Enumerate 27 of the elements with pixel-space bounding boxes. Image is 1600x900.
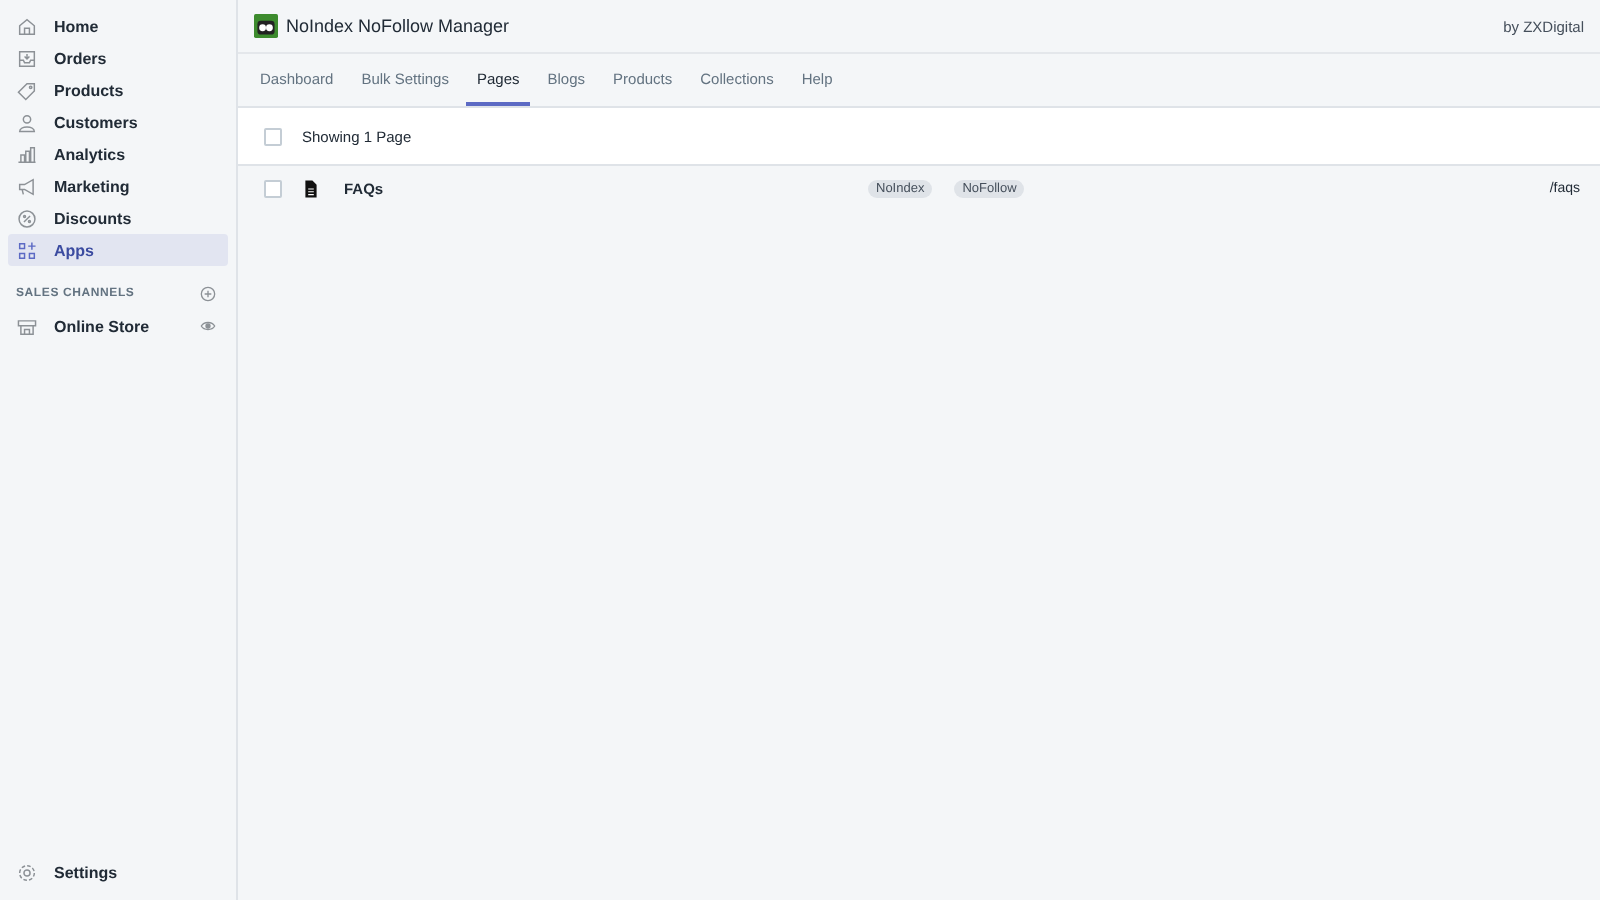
add-icon[interactable]: [200, 286, 216, 302]
document-icon: [304, 179, 318, 197]
logo-icon: [254, 14, 278, 38]
inbox-icon: [16, 47, 38, 69]
eye-icon[interactable]: [200, 318, 216, 334]
house-icon: [16, 15, 38, 37]
nav-item[interactable]: Marketing: [8, 170, 228, 202]
person-icon: [16, 111, 38, 133]
settings-icon: [16, 861, 38, 883]
store-icon: [16, 315, 38, 337]
checkbox[interactable]: [264, 179, 282, 197]
nav-item[interactable]: Home: [8, 10, 228, 42]
nav-item[interactable]: Online Store: [8, 310, 228, 342]
nav-item[interactable]: Settings: [8, 856, 228, 888]
nav-item[interactable]: Customers: [8, 106, 228, 138]
nav-item[interactable]: Orders: [8, 42, 228, 74]
apps-icon: [16, 239, 38, 261]
discount-icon: [16, 207, 38, 229]
megaphone-icon: [16, 175, 38, 197]
app-title: NoIndex NoFollow Manager: [286, 16, 510, 36]
nav-item[interactable]: Products: [8, 74, 228, 106]
tag-icon: [16, 79, 38, 101]
bar-chart-icon: [16, 143, 38, 165]
checkbox[interactable]: [264, 127, 282, 145]
nav-item[interactable]: Apps: [8, 234, 228, 266]
nav-item[interactable]: Analytics: [8, 138, 228, 170]
nav-item[interactable]: Discounts: [8, 202, 228, 234]
